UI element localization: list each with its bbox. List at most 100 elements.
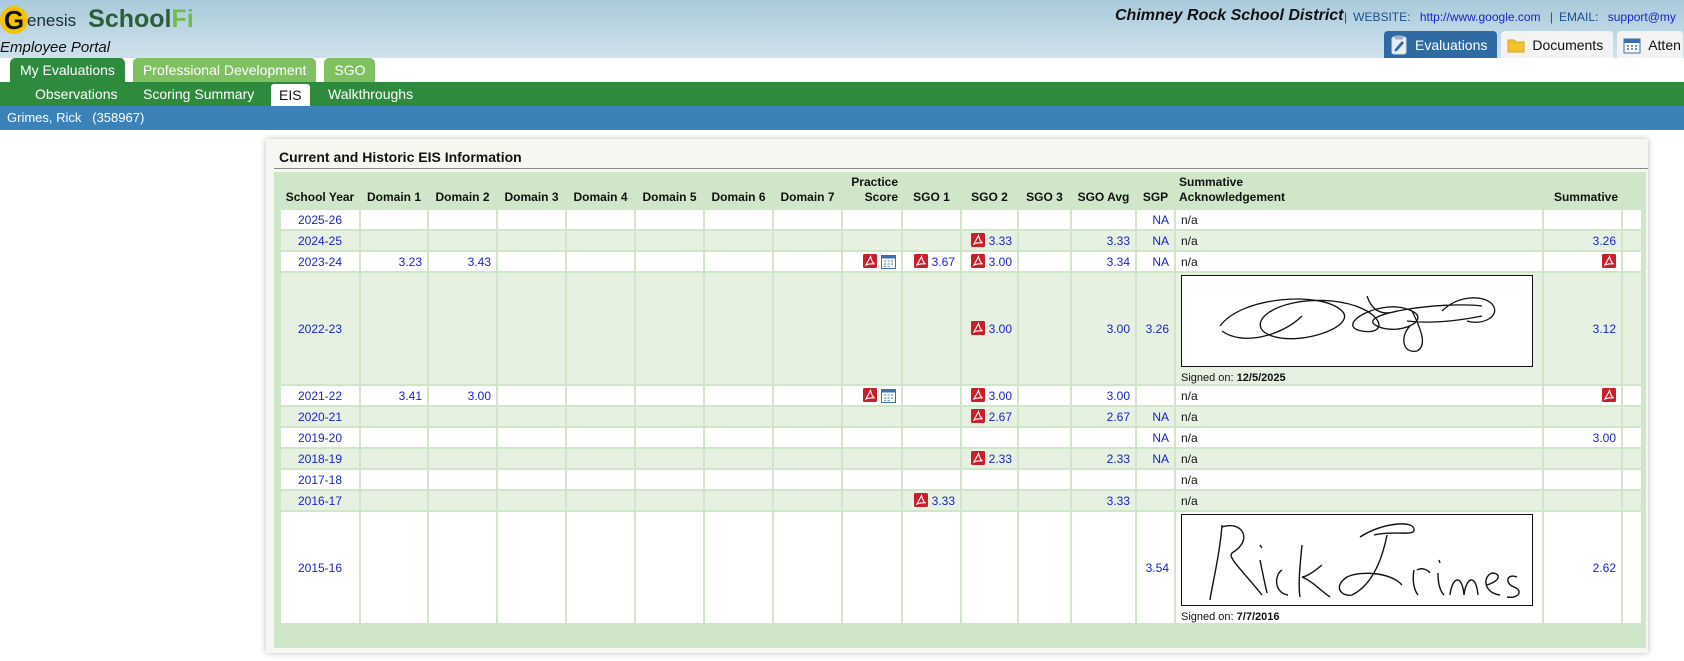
- sgo-avg-value: 3.33: [1106, 233, 1130, 248]
- cell-domain-3: [496, 208, 567, 231]
- cell-domain-5: [634, 208, 705, 231]
- calendar-icon[interactable]: [881, 254, 896, 269]
- cell-sgo-2: [960, 489, 1019, 512]
- pdf-icon[interactable]: [914, 254, 929, 268]
- cell-sgo-avg: [1070, 468, 1137, 491]
- pdf-icon[interactable]: [971, 388, 986, 402]
- cell-spacer: [1621, 426, 1643, 449]
- cell-domain-2: [427, 426, 498, 449]
- school-year-link[interactable]: 2015-16: [298, 561, 342, 575]
- app-tab-attendance[interactable]: Atten: [1617, 31, 1683, 58]
- cell-sgo-3: [1017, 510, 1072, 625]
- school-year-link[interactable]: 2020-21: [298, 410, 342, 424]
- cell-domain-2: [427, 447, 498, 470]
- school-year-link[interactable]: 2022-23: [298, 322, 342, 336]
- cell-school-year[interactable]: 2016-17: [279, 489, 361, 512]
- cell-sgo-2: 3.33: [960, 229, 1019, 252]
- cell-domain-1: [359, 468, 429, 491]
- cell-domain-1: [359, 510, 429, 625]
- school-year-link[interactable]: 2023-24: [298, 255, 342, 269]
- sgo-avg-value: 3.33: [1106, 493, 1130, 508]
- cell-school-year[interactable]: 2019-20: [279, 426, 361, 449]
- schoolfi-wordmark-fi: Fi: [171, 5, 194, 33]
- cell-school-year[interactable]: 2017-18: [279, 468, 361, 491]
- school-year-link[interactable]: 2016-17: [298, 494, 342, 508]
- signed-on-label: Signed on:: [1181, 372, 1234, 384]
- pdf-icon[interactable]: [971, 321, 986, 335]
- domain-2-value: 3.00: [467, 388, 491, 403]
- school-year-link[interactable]: 2017-18: [298, 473, 342, 487]
- cell-spacer: [1621, 250, 1643, 273]
- genesis-wordmark: enesis: [27, 10, 77, 30]
- cell-domain-2: [427, 510, 498, 625]
- genesis-schoolfi-logo[interactable]: G enesis School Fi: [0, 5, 194, 34]
- pdf-icon[interactable]: [971, 409, 986, 423]
- cell-sgo-1: [901, 229, 962, 252]
- cell-domain-5: [634, 510, 705, 625]
- cell-summative: [1542, 447, 1623, 470]
- app-tab-evaluations[interactable]: Evaluations: [1384, 31, 1498, 58]
- cell-domain-4: [565, 426, 636, 449]
- cell-school-year[interactable]: 2018-19: [279, 447, 361, 470]
- cell-practice-score: [841, 250, 903, 273]
- cell-domain-3: [496, 489, 567, 512]
- pdf-icon[interactable]: [1602, 388, 1616, 402]
- col-header-spacer: [1622, 172, 1642, 209]
- cell-summative: [1542, 489, 1623, 512]
- cell-school-year[interactable]: 2023-24: [279, 250, 361, 273]
- cell-school-year[interactable]: 2024-25: [279, 229, 361, 252]
- panel-title: Current and Historic EIS Information: [279, 149, 522, 165]
- cell-practice-score: [841, 426, 903, 449]
- eis-table: School Year Domain 1 Domain 2 Domain 3 D…: [279, 172, 1643, 625]
- cell-sgo-1: [901, 447, 962, 470]
- subtab-walkthroughs[interactable]: Walkthroughs: [320, 82, 421, 106]
- pdf-icon[interactable]: [971, 451, 986, 465]
- sgo-2-value: 3.00: [988, 255, 1012, 269]
- pdf-icon[interactable]: [1602, 254, 1616, 268]
- pdf-icon[interactable]: [863, 254, 877, 268]
- cell-summative-ack: n/a: [1174, 405, 1544, 428]
- cell-domain-5: [634, 426, 705, 449]
- cell-school-year[interactable]: 2022-23: [279, 271, 361, 386]
- ack-value: n/a: [1181, 430, 1198, 445]
- col-header-sgo-avg: SGO Avg: [1071, 172, 1136, 209]
- cell-sgp: [1135, 468, 1176, 491]
- school-year-link[interactable]: 2025-26: [298, 213, 342, 227]
- app-tab-documents[interactable]: Documents: [1501, 31, 1614, 58]
- calendar-icon[interactable]: [881, 388, 896, 403]
- cell-summative-ack: n/a: [1174, 250, 1544, 273]
- pdf-icon[interactable]: [914, 493, 929, 507]
- cell-domain-4: [565, 229, 636, 252]
- cell-domain-4: [565, 447, 636, 470]
- subtab-eis[interactable]: EIS: [271, 84, 310, 106]
- cell-domain-3: [496, 468, 567, 491]
- pdf-icon[interactable]: [971, 254, 986, 268]
- cell-sgo-avg: [1070, 426, 1137, 449]
- cell-school-year[interactable]: 2015-16: [279, 510, 361, 625]
- pdf-icon[interactable]: [971, 233, 986, 247]
- website-link[interactable]: http://www.google.com: [1420, 10, 1541, 24]
- tab-my-evaluations[interactable]: My Evaluations: [10, 58, 125, 82]
- cell-domain-7: [772, 468, 843, 491]
- folder-icon: [1507, 39, 1525, 52]
- cell-spacer: [1621, 208, 1643, 231]
- tab-sgo[interactable]: SGO: [324, 58, 376, 82]
- school-year-link[interactable]: 2024-25: [298, 234, 342, 248]
- subtab-observations[interactable]: Observations: [27, 82, 125, 106]
- cell-spacer: [1621, 447, 1643, 470]
- cell-school-year[interactable]: 2020-21: [279, 405, 361, 428]
- cell-sgo-3: [1017, 384, 1072, 407]
- pdf-icon[interactable]: [863, 388, 877, 402]
- subtab-scoring-summary[interactable]: Scoring Summary: [135, 82, 262, 106]
- cell-school-year[interactable]: 2021-22: [279, 384, 361, 407]
- cell-practice-score: [841, 405, 903, 428]
- signed-on-text: Signed on: 12/5/2025: [1181, 372, 1537, 384]
- school-year-link[interactable]: 2018-19: [298, 452, 342, 466]
- email-link[interactable]: support@my: [1608, 10, 1676, 24]
- school-year-link[interactable]: 2021-22: [298, 389, 342, 403]
- school-year-link[interactable]: 2019-20: [298, 431, 342, 445]
- cell-school-year[interactable]: 2025-26: [279, 208, 361, 231]
- cell-domain-1: [359, 447, 429, 470]
- tab-professional-development[interactable]: Professional Development: [132, 58, 317, 82]
- cell-sgo-2: [960, 468, 1019, 491]
